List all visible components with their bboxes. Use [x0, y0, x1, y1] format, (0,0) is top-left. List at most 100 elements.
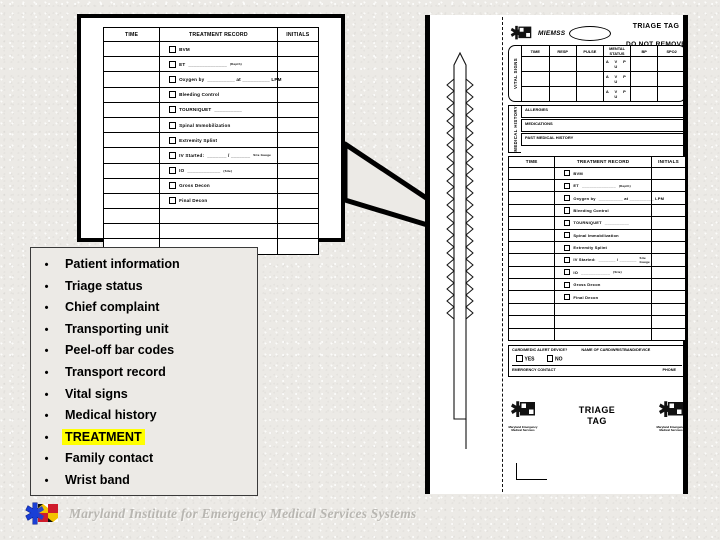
treatment-blank-cell[interactable] [159, 223, 278, 240]
tag-treatment-time-cell[interactable] [507, 228, 556, 242]
treatment-time-cell[interactable] [102, 71, 161, 88]
checkbox-yes-icon[interactable] [516, 355, 523, 362]
medical-history-field[interactable]: ALLERGIES [521, 105, 686, 118]
checkbox-icon[interactable] [169, 121, 177, 129]
vitals-cell[interactable] [575, 71, 604, 87]
vitals-mental-status-cell[interactable]: A V P U [602, 56, 632, 72]
tag-treatment-initials-cell[interactable] [650, 253, 687, 267]
treatment-initials-cell[interactable] [276, 147, 320, 164]
checkbox-icon[interactable] [169, 136, 177, 144]
checkbox-icon[interactable] [564, 281, 571, 288]
tag-treatment-initials-cell[interactable] [650, 178, 687, 193]
treatment-initials-cell[interactable] [276, 132, 320, 149]
tag-treatment-initials-cell[interactable] [650, 290, 687, 304]
treatment-time-cell[interactable] [102, 40, 161, 58]
vitals-mental-status-cell[interactable]: A V P U [602, 86, 632, 101]
vitals-cell[interactable] [522, 86, 550, 101]
vitals-cell[interactable] [657, 71, 685, 87]
tag-treatment-blank-cell[interactable] [507, 327, 556, 342]
checkbox-icon[interactable] [169, 91, 177, 99]
tag-treatment-initials-cell[interactable] [650, 216, 687, 230]
treatment-time-cell[interactable] [102, 86, 161, 103]
treatment-blank-cell[interactable] [276, 238, 320, 255]
checkbox-icon[interactable] [169, 60, 177, 68]
tag-treatment-blank-cell[interactable] [554, 302, 652, 317]
tag-treatment-blank-cell[interactable] [650, 302, 687, 317]
treatment-blank-cell[interactable] [159, 208, 278, 225]
tag-treatment-initials-cell[interactable] [650, 240, 687, 255]
treatment-initials-cell[interactable] [276, 116, 320, 134]
tag-treatment-initials-cell[interactable] [650, 228, 687, 242]
tag-treatment-time-cell[interactable] [507, 290, 556, 304]
tag-treatment-initials-cell[interactable] [650, 278, 687, 292]
tag-treatment-time-cell[interactable] [507, 216, 556, 230]
alert-device-no-option[interactable]: NO [546, 355, 563, 363]
tag-treatment-blank-cell[interactable] [650, 327, 687, 342]
treatment-blank-cell[interactable] [102, 208, 161, 225]
vitals-cell[interactable] [575, 86, 604, 101]
tag-treatment-time-cell[interactable] [507, 166, 556, 180]
vitals-cell[interactable] [657, 56, 685, 72]
treatment-time-cell[interactable] [102, 116, 161, 134]
checkbox-icon[interactable] [169, 75, 177, 83]
treatment-time-cell[interactable] [102, 192, 161, 210]
tag-treatment-blank-cell[interactable] [554, 327, 652, 342]
treatment-initials-cell[interactable] [276, 56, 320, 73]
tag-treatment-initials-cell[interactable] [650, 203, 687, 218]
treatment-initials-cell[interactable] [276, 192, 320, 210]
treatment-time-cell[interactable] [102, 162, 161, 179]
treatment-initials-cell[interactable] [276, 71, 320, 88]
treatment-initials-cell[interactable] [276, 86, 320, 103]
alert-device-yes-option[interactable]: YES [516, 355, 535, 363]
checkbox-icon[interactable] [564, 269, 571, 276]
vitals-mental-status-cell[interactable]: A V P U [602, 71, 632, 87]
tag-treatment-blank-cell[interactable] [507, 315, 556, 329]
treatment-blank-cell[interactable] [276, 208, 320, 225]
vitals-cell[interactable] [630, 71, 659, 87]
tag-treatment-blank-cell[interactable] [650, 315, 687, 329]
treatment-blank-cell[interactable] [102, 223, 161, 240]
treatment-initials-cell[interactable] [276, 177, 320, 194]
vitals-cell[interactable] [548, 71, 577, 87]
checkbox-icon[interactable] [564, 232, 571, 239]
checkbox-icon[interactable] [564, 294, 571, 301]
tag-treatment-initials-cell[interactable] [650, 265, 687, 280]
medical-history-field[interactable]: PAST MEDICAL HISTORY [521, 133, 686, 146]
checkbox-icon[interactable] [169, 106, 177, 114]
tag-treatment-time-cell[interactable] [507, 203, 556, 218]
checkbox-icon[interactable] [169, 182, 177, 190]
medical-history-field[interactable]: MEDICATIONS [521, 119, 686, 132]
vitals-cell[interactable] [522, 56, 550, 72]
tag-treatment-time-cell[interactable] [507, 240, 556, 255]
tag-treatment-time-cell[interactable] [507, 191, 556, 205]
treatment-time-cell[interactable] [102, 147, 161, 164]
checkbox-icon[interactable] [564, 207, 571, 214]
checkbox-icon[interactable] [564, 219, 571, 226]
vitals-cell[interactable] [630, 86, 659, 101]
vitals-cell[interactable] [657, 86, 685, 101]
treatment-time-cell[interactable] [102, 56, 161, 73]
tag-treatment-time-cell[interactable] [507, 278, 556, 292]
checkbox-icon[interactable] [564, 194, 571, 202]
treatment-blank-cell[interactable] [276, 223, 320, 240]
treatment-time-cell[interactable] [102, 177, 161, 194]
tag-treatment-time-cell[interactable] [507, 253, 556, 267]
checkbox-no-icon[interactable] [546, 355, 554, 362]
vitals-cell[interactable] [548, 56, 577, 72]
tag-treatment-blank-cell[interactable] [507, 302, 556, 317]
vitals-cell[interactable] [522, 71, 550, 87]
treatment-time-cell[interactable] [102, 132, 161, 149]
checkbox-icon[interactable] [564, 256, 571, 264]
tag-treatment-time-cell[interactable] [507, 178, 556, 193]
checkbox-icon[interactable] [564, 182, 571, 189]
tag-treatment-time-cell[interactable] [507, 265, 556, 280]
checkbox-icon[interactable] [169, 45, 177, 53]
treatment-initials-cell[interactable] [276, 40, 320, 58]
vitals-cell[interactable] [575, 56, 604, 72]
checkbox-icon[interactable] [169, 197, 177, 205]
checkbox-icon[interactable] [564, 244, 571, 251]
tag-treatment-initials-cell[interactable] [650, 166, 687, 180]
treatment-time-cell[interactable] [102, 101, 161, 118]
checkbox-icon[interactable] [169, 167, 177, 175]
checkbox-icon[interactable] [564, 170, 571, 177]
